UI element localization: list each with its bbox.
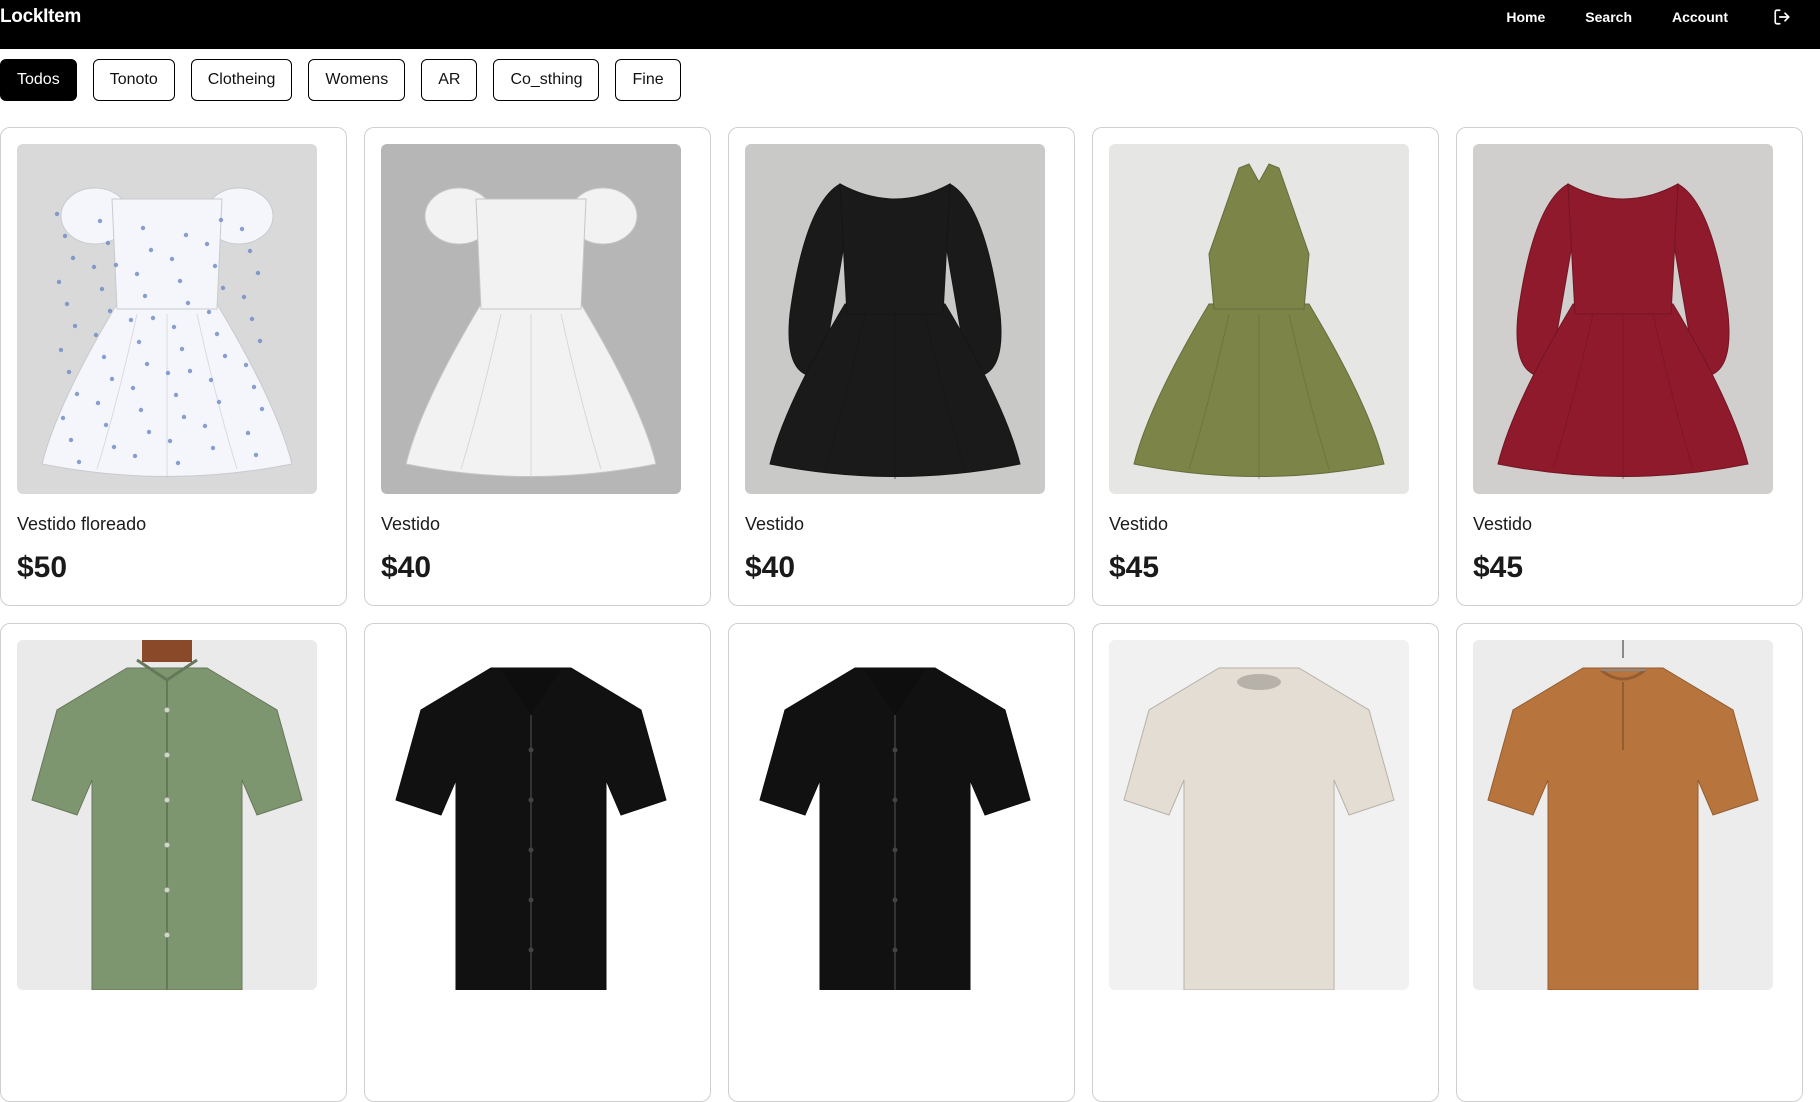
filter-chip-ar[interactable]: AR — [421, 59, 478, 101]
product-price: $50 — [17, 551, 68, 584]
product-card[interactable] — [1092, 623, 1439, 1102]
brand-logo[interactable]: LockItem — [0, 6, 81, 28]
product-price: $45 — [1473, 551, 1524, 584]
filter-chip-todos[interactable]: Todos — [0, 59, 77, 101]
product-image-black-shirt[interactable] — [745, 640, 1045, 990]
nav-home-link[interactable]: Home — [1506, 9, 1545, 25]
product-price: $45 — [1109, 551, 1160, 584]
product-card[interactable]: Vestido floreado $50 — [0, 127, 347, 606]
nav-search-link[interactable]: Search — [1585, 9, 1632, 25]
product-card[interactable] — [364, 623, 711, 1102]
product-image-floral-dress[interactable] — [17, 144, 317, 494]
filter-chip-womens[interactable]: Womens — [308, 59, 406, 101]
product-image-green-linen-shirt[interactable] — [17, 640, 317, 990]
product-card[interactable]: Vestido $45 — [1456, 127, 1803, 606]
product-price: $40 — [745, 551, 796, 584]
filter-chip-co-sthing[interactable]: Co_sthing — [493, 59, 600, 101]
nav-account-link[interactable]: Account — [1672, 9, 1728, 25]
filter-chip-fine[interactable]: Fine — [615, 59, 681, 101]
product-image-burgundy-dress[interactable] — [1473, 144, 1773, 494]
product-title: Vestido — [1473, 514, 1533, 534]
product-title: Vestido — [745, 514, 805, 534]
logout-icon[interactable] — [1772, 7, 1792, 27]
product-card[interactable]: Vestido $40 — [364, 127, 711, 606]
product-title: Vestido — [381, 514, 441, 534]
product-image-beige-tshirt[interactable] — [1109, 640, 1409, 990]
product-image-black-dress[interactable] — [745, 144, 1045, 494]
filter-chip-clotheing[interactable]: Clotheing — [190, 59, 293, 101]
product-card[interactable] — [728, 623, 1075, 1102]
filter-chip-tonoto[interactable]: Tonoto — [92, 59, 175, 101]
product-card[interactable] — [0, 623, 347, 1102]
product-price: $40 — [381, 551, 432, 584]
product-card[interactable]: Vestido $45 — [1092, 127, 1439, 606]
product-grid: Vestido floreado $50 Vestido $40 Vestido $4… — [0, 127, 1820, 1102]
product-image-black-shirt[interactable] — [381, 640, 681, 990]
product-title: Vestido floreado — [17, 514, 147, 534]
product-card[interactable] — [1456, 623, 1803, 1102]
product-image-olive-halter-dress[interactable] — [1109, 144, 1409, 494]
product-image-brown-henley-shirt[interactable] — [1473, 640, 1773, 990]
product-image-white-dress[interactable] — [381, 144, 681, 494]
main-nav: Home Search Account — [1506, 0, 1820, 34]
product-title: Vestido — [1109, 514, 1169, 534]
category-filter-bar: Todos Tonoto Clotheing Womens AR Co_sthing Fin… — [0, 59, 697, 101]
product-card[interactable]: Vestido $40 — [728, 127, 1075, 606]
top-navbar: LockItem Home Search Account — [0, 0, 1820, 49]
